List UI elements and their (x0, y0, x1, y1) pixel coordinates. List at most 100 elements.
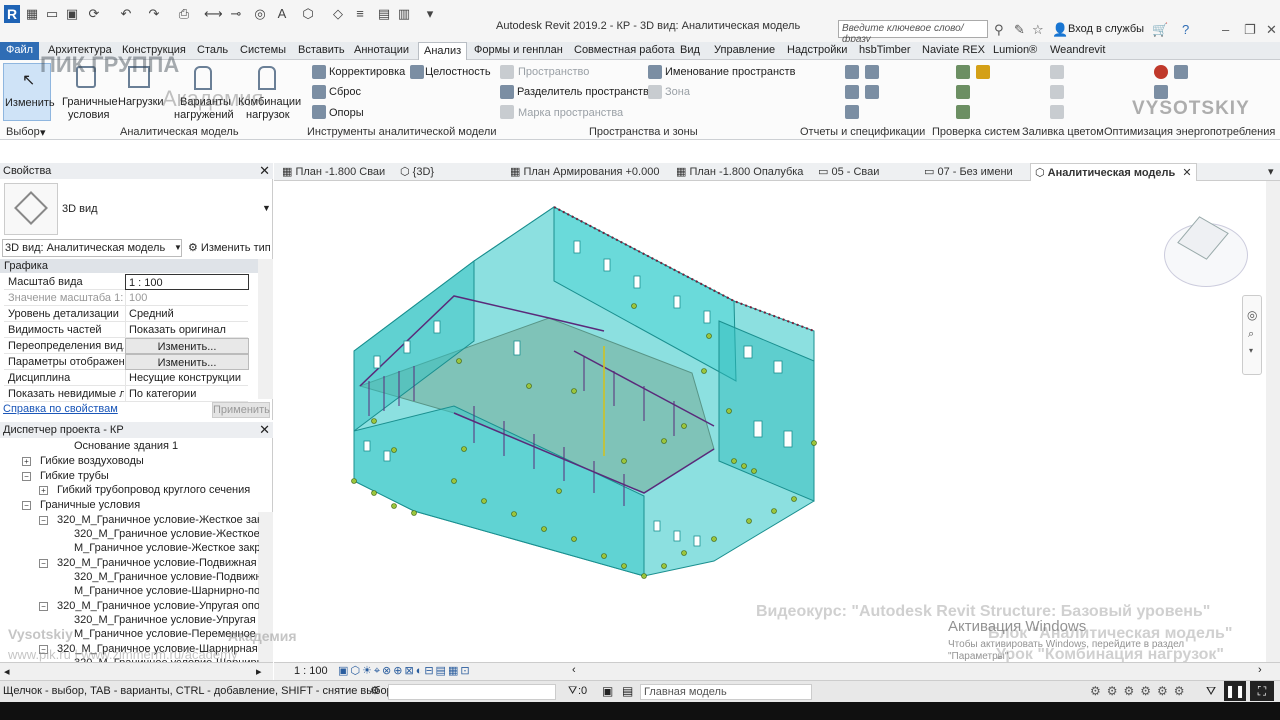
close-hidden-icon[interactable]: ▤ (376, 6, 392, 22)
tab-analyze[interactable]: Анализ (418, 42, 468, 60)
cart-icon[interactable]: 🛒 (1152, 22, 1168, 38)
tab-lumion[interactable]: Lumion® (993, 44, 1037, 56)
undo-icon[interactable]: ↶ (118, 6, 134, 22)
view-tab-3d[interactable]: ⬡ {3D} (400, 165, 434, 178)
show-disconnects-icon[interactable] (956, 105, 970, 119)
instance-filter[interactable]: 3D вид: Аналитическая модель (2, 239, 182, 257)
design-options-icon[interactable]: ▣ (602, 684, 613, 698)
schedule-keys-icon[interactable] (865, 65, 879, 79)
view-tab-plan-piles[interactable]: ▦ План -1.800 Сваи (282, 165, 385, 178)
scroll-left-icon[interactable]: ◂ (4, 665, 10, 678)
zone-button[interactable]: Зона (665, 86, 690, 98)
design-option-selector[interactable]: Главная модель (640, 684, 812, 700)
tab-collaborate[interactable]: Совместная работа (574, 44, 675, 56)
detail-level-field[interactable]: Средний (125, 306, 249, 322)
tab-naviate[interactable]: Naviate REX (922, 44, 985, 56)
properties-scrollbar[interactable] (258, 259, 273, 399)
panel-reports[interactable]: Отчеты и спецификации (800, 126, 925, 138)
close-properties-icon[interactable]: ✕ (259, 163, 270, 179)
type-selector-dropdown-icon[interactable]: ▼ (262, 203, 271, 213)
color-fill-pipe-icon[interactable] (1050, 85, 1064, 99)
signin-button[interactable]: Вход в службы (1068, 23, 1144, 35)
parts-visibility-field[interactable]: Показать оригинал (125, 322, 249, 338)
navbar-dropdown-icon[interactable]: ▾ (1249, 346, 1253, 355)
minimize-icon[interactable]: – (1222, 22, 1229, 37)
tab-annotate[interactable]: Аннотации (354, 44, 409, 56)
energy-settings-icon[interactable] (1174, 65, 1188, 79)
tab-steel[interactable]: Сталь (197, 44, 228, 56)
view-control-icons[interactable]: ▣⬡☀⌖⊗⊕⊠◐⊟▤▦⊡ (338, 664, 472, 678)
tabs-overflow-icon[interactable]: ▾ (1268, 165, 1274, 178)
tree-item[interactable]: 320_М_Граничное условие-Упругая опора (57, 600, 259, 612)
check-duct-icon[interactable] (956, 65, 970, 79)
tab-hsbtimber[interactable]: hsbTimber (859, 44, 911, 56)
space-naming-button[interactable]: Именование пространств (665, 66, 795, 78)
generate-icon[interactable] (1154, 85, 1168, 99)
tree-item[interactable]: Основание здания 1 (74, 440, 178, 452)
scroll-right-icon[interactable]: › (1258, 664, 1262, 676)
tree-item[interactable]: 320_М_Граничное условие-Жесткое закреп (57, 514, 259, 526)
close-window-icon[interactable]: ✕ (1266, 22, 1277, 38)
apply-button[interactable]: Применить (212, 402, 270, 418)
filter-selection-icon[interactable]: ⛛ (1206, 684, 1216, 699)
scroll-right-icon[interactable]: ▸ (256, 665, 262, 678)
dimension-icon[interactable]: ⊸ (228, 6, 244, 22)
steering-wheel-icon[interactable]: ◎ (1247, 308, 1257, 322)
space-tag-button[interactable]: Марка пространства (518, 107, 623, 119)
supports-button[interactable]: Опоры (329, 107, 364, 119)
restore-icon[interactable]: ❐ (1244, 22, 1256, 38)
collapse-icon[interactable]: − (39, 516, 48, 525)
workset-selector[interactable] (388, 684, 556, 700)
print-icon[interactable]: ⎙ (176, 6, 192, 22)
selection-options-icons[interactable]: ⚙⚙⚙⚙⚙⚙ (1090, 684, 1191, 698)
thin-lines-icon[interactable]: ≡ (352, 6, 368, 22)
communication-icon[interactable]: ✎ (1014, 22, 1025, 38)
collapse-icon[interactable]: − (22, 472, 31, 481)
space-separator-button[interactable]: Разделитель пространства (517, 86, 655, 98)
tag-icon[interactable]: ◎ (252, 6, 268, 22)
view-tab-sheet-07[interactable]: ▭ 07 - Без имени (924, 165, 1013, 178)
filter-icon[interactable]: ⛛ (568, 685, 577, 698)
panel-select[interactable]: Выбор (6, 126, 40, 138)
tree-item[interactable]: 320_М_Граничное условие-Жесткое зак (74, 528, 259, 540)
display-options-edit-button[interactable]: Изменить... (125, 354, 249, 370)
tab-massing[interactable]: Формы и генплан (474, 44, 563, 56)
revit-logo-icon[interactable]: R (4, 5, 20, 23)
panel-schedule-icon[interactable] (845, 105, 859, 119)
text-icon[interactable]: A (274, 6, 290, 22)
space-button[interactable]: Пространство (518, 66, 589, 78)
consistency-button[interactable]: Целостность (425, 66, 491, 78)
check-pipe-icon[interactable] (976, 65, 990, 79)
section-icon[interactable]: ◇ (330, 6, 346, 22)
category-graphics[interactable]: Графика (0, 259, 258, 273)
tree-item[interactable]: Гибкие трубы (40, 470, 109, 482)
view-tab-sheet-05[interactable]: ▭ 05 - Сваи (818, 165, 879, 178)
tab-weandrevit[interactable]: Weandrevit (1050, 44, 1105, 56)
3d-view-icon[interactable]: ⬡ (300, 6, 316, 22)
zoom-icon[interactable]: ⌕ (1248, 328, 1254, 341)
view-tab-analytical[interactable]: ⬡ Аналитическая модель ✕ (1030, 163, 1197, 181)
analytical-model[interactable] (274, 181, 1266, 662)
panel-check-systems[interactable]: Проверка систем (932, 126, 1020, 138)
editable-only-icon[interactable]: ▤ (622, 684, 633, 698)
collapse-icon[interactable]: − (39, 602, 48, 611)
properties-help-link[interactable]: Справка по свойствам (3, 403, 118, 415)
energy-model-icon[interactable] (1154, 65, 1168, 79)
instance-filter-dropdown-icon[interactable]: ▼ (174, 243, 182, 252)
redo-icon[interactable]: ↷ (146, 6, 162, 22)
user-icon[interactable]: 👤 (1052, 22, 1068, 38)
tab-manage[interactable]: Управление (714, 44, 775, 56)
expand-icon[interactable]: + (39, 486, 48, 495)
discipline-field[interactable]: Несущие конструкции (125, 370, 249, 386)
qat-dropdown-icon[interactable]: ▾ (422, 6, 438, 22)
help-icon[interactable]: ? (1182, 22, 1189, 37)
tab-view[interactable]: Вид (680, 44, 700, 56)
tree-item[interactable]: 320_М_Граничное условие-Подвижная (74, 571, 259, 583)
open-icon[interactable]: ▭ (44, 6, 60, 22)
tab-systems[interactable]: Системы (240, 44, 286, 56)
tab-addins[interactable]: Надстройки (787, 44, 847, 56)
schedule-icon[interactable] (845, 65, 859, 79)
panel-spaces-zones[interactable]: Пространства и зоны (589, 126, 698, 138)
tree-item[interactable]: М_Граничное условие-Жесткое закреп. (74, 542, 259, 554)
measure-icon[interactable]: ⟷ (204, 6, 223, 22)
